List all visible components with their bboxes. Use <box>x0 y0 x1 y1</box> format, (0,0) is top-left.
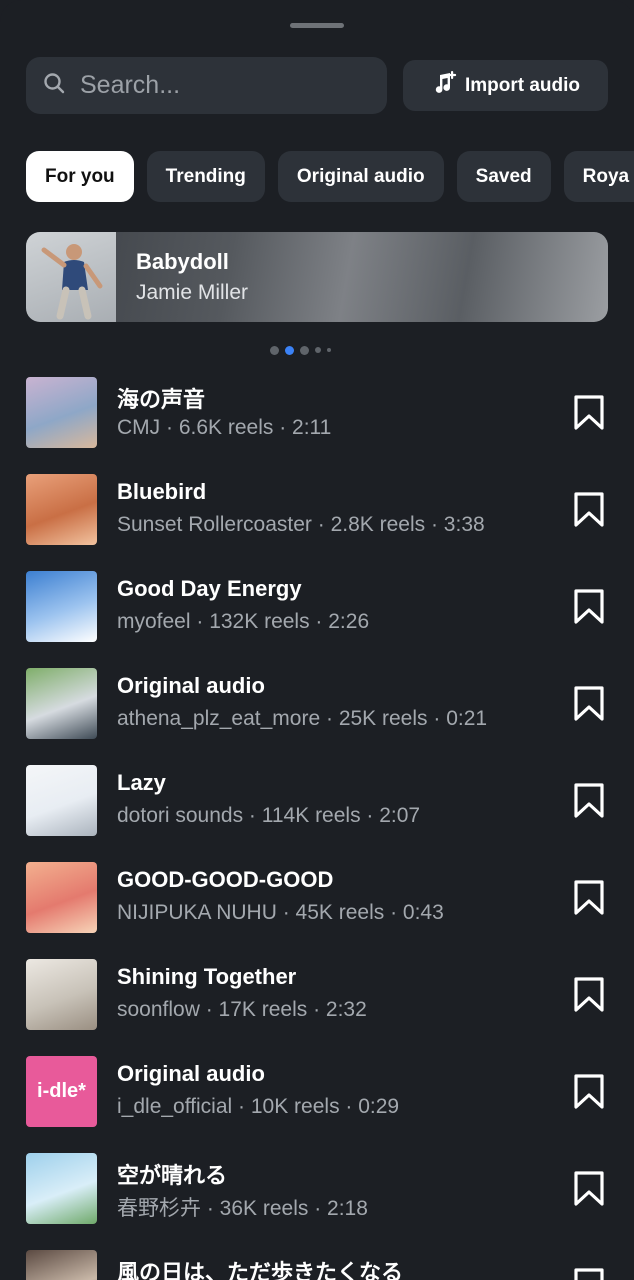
import-audio-button[interactable]: Import audio <box>403 60 608 111</box>
page-dot <box>300 345 309 355</box>
featured-track-card[interactable]: Babydoll Jamie Miller <box>26 232 608 322</box>
track-thumbnail <box>26 474 97 545</box>
tab-trending[interactable]: Trending <box>146 151 265 202</box>
page-dot-active <box>285 345 294 355</box>
track-list: 海の声音 CMJ · 6.6K reels · 2:11 Bluebird Su… <box>0 372 634 1280</box>
page-dot <box>315 347 321 353</box>
tab-saved[interactable]: Saved <box>456 151 551 202</box>
track-row[interactable]: 空が晴れる 春野杉卉 · 36K reels · 2:18 <box>0 1148 634 1245</box>
track-row[interactable]: i-dle* Original audio i_dle_official · 1… <box>0 1051 634 1148</box>
track-thumbnail <box>26 1153 97 1224</box>
track-title: Original audio <box>117 1061 265 1086</box>
tab-royalty-free[interactable]: Roya <box>563 151 634 202</box>
import-audio-label: Import audio <box>464 74 581 96</box>
featured-track-artist: Jamie Miller <box>136 281 249 304</box>
bookmark-icon[interactable] <box>572 394 606 432</box>
tab-for-you[interactable]: For you <box>26 151 134 202</box>
music-note-plus-icon <box>431 70 457 102</box>
track-title: GOOD-GOOD-GOOD <box>117 867 334 892</box>
bookmark-icon[interactable] <box>572 1073 606 1111</box>
filter-tabs: For you Trending Original audio Saved Roya <box>26 151 634 202</box>
sheet-drag-handle[interactable] <box>290 23 344 28</box>
tab-original-audio[interactable]: Original audio <box>277 151 444 202</box>
track-thumbnail <box>26 862 97 933</box>
track-row[interactable]: Original audio athena_plz_eat_more · 25K… <box>0 663 634 760</box>
track-meta: i_dle_official · 10K reels · 0:29 <box>117 1095 400 1118</box>
bookmark-icon[interactable] <box>572 879 606 917</box>
bookmark-icon[interactable] <box>572 1170 606 1208</box>
bookmark-icon[interactable] <box>572 782 606 820</box>
featured-track-title: Babydoll <box>136 249 229 274</box>
audio-picker-sheet: Import audio For youTrendingOriginal aud… <box>0 0 634 1280</box>
track-meta: athena_plz_eat_more · 25K reels · 0:21 <box>117 707 488 730</box>
search-input[interactable] <box>78 70 362 101</box>
track-meta: Sunset Rollercoaster · 2.8K reels · 3:38 <box>117 513 485 536</box>
track-row[interactable]: Shining Together soonflow · 17K reels · … <box>0 954 634 1051</box>
page-dot <box>270 345 279 355</box>
track-meta: myofeel · 132K reels · 2:26 <box>117 610 370 633</box>
track-row[interactable]: Bluebird Sunset Rollercoaster · 2.8K ree… <box>0 469 634 566</box>
carousel-page-indicator <box>270 345 331 355</box>
track-title: Shining Together <box>117 964 297 989</box>
track-row[interactable]: 風の日は、ただ歩きたくなる <box>0 1245 634 1280</box>
track-meta: CMJ · 6.6K reels · 2:11 <box>117 416 332 439</box>
track-thumbnail <box>26 571 97 642</box>
track-thumbnail <box>26 765 97 836</box>
track-meta: 春野杉卉 · 36K reels · 2:18 <box>117 1197 368 1220</box>
track-thumbnail <box>26 377 97 448</box>
track-title: Original audio <box>117 673 265 698</box>
featured-album-art <box>26 232 116 322</box>
bookmark-icon[interactable] <box>572 976 606 1014</box>
page-dot <box>327 348 331 352</box>
track-meta: NIJIPUKA NUHU · 45K reels · 0:43 <box>117 901 444 924</box>
track-thumbnail: i-dle* <box>26 1056 97 1127</box>
bookmark-icon[interactable] <box>572 588 606 626</box>
search-icon <box>42 71 66 100</box>
track-row[interactable]: 海の声音 CMJ · 6.6K reels · 2:11 <box>0 372 634 469</box>
track-title: Lazy <box>117 770 166 795</box>
bookmark-icon[interactable] <box>572 491 606 529</box>
track-thumbnail <box>26 959 97 1030</box>
bookmark-icon[interactable] <box>572 1267 606 1280</box>
track-row[interactable]: GOOD-GOOD-GOOD NIJIPUKA NUHU · 45K reels… <box>0 857 634 954</box>
track-meta: soonflow · 17K reels · 2:32 <box>117 998 367 1021</box>
track-title: Good Day Energy <box>117 576 302 601</box>
track-row[interactable]: Good Day Energy myofeel · 132K reels · 2… <box>0 566 634 663</box>
track-meta: dotori sounds · 114K reels · 2:07 <box>117 804 421 827</box>
track-thumbnail <box>26 1250 97 1280</box>
track-thumbnail <box>26 668 97 739</box>
track-title: 空が晴れる <box>117 1163 228 1188</box>
search-bar[interactable] <box>26 57 387 114</box>
bookmark-icon[interactable] <box>572 685 606 723</box>
track-title: Bluebird <box>117 479 207 504</box>
track-title: 海の声音 <box>117 387 206 412</box>
thumbnail-logo-text: i-dle* <box>37 1080 86 1102</box>
track-title: 風の日は、ただ歩きたくなる <box>117 1260 404 1280</box>
track-row[interactable]: Lazy dotori sounds · 114K reels · 2:07 <box>0 760 634 857</box>
